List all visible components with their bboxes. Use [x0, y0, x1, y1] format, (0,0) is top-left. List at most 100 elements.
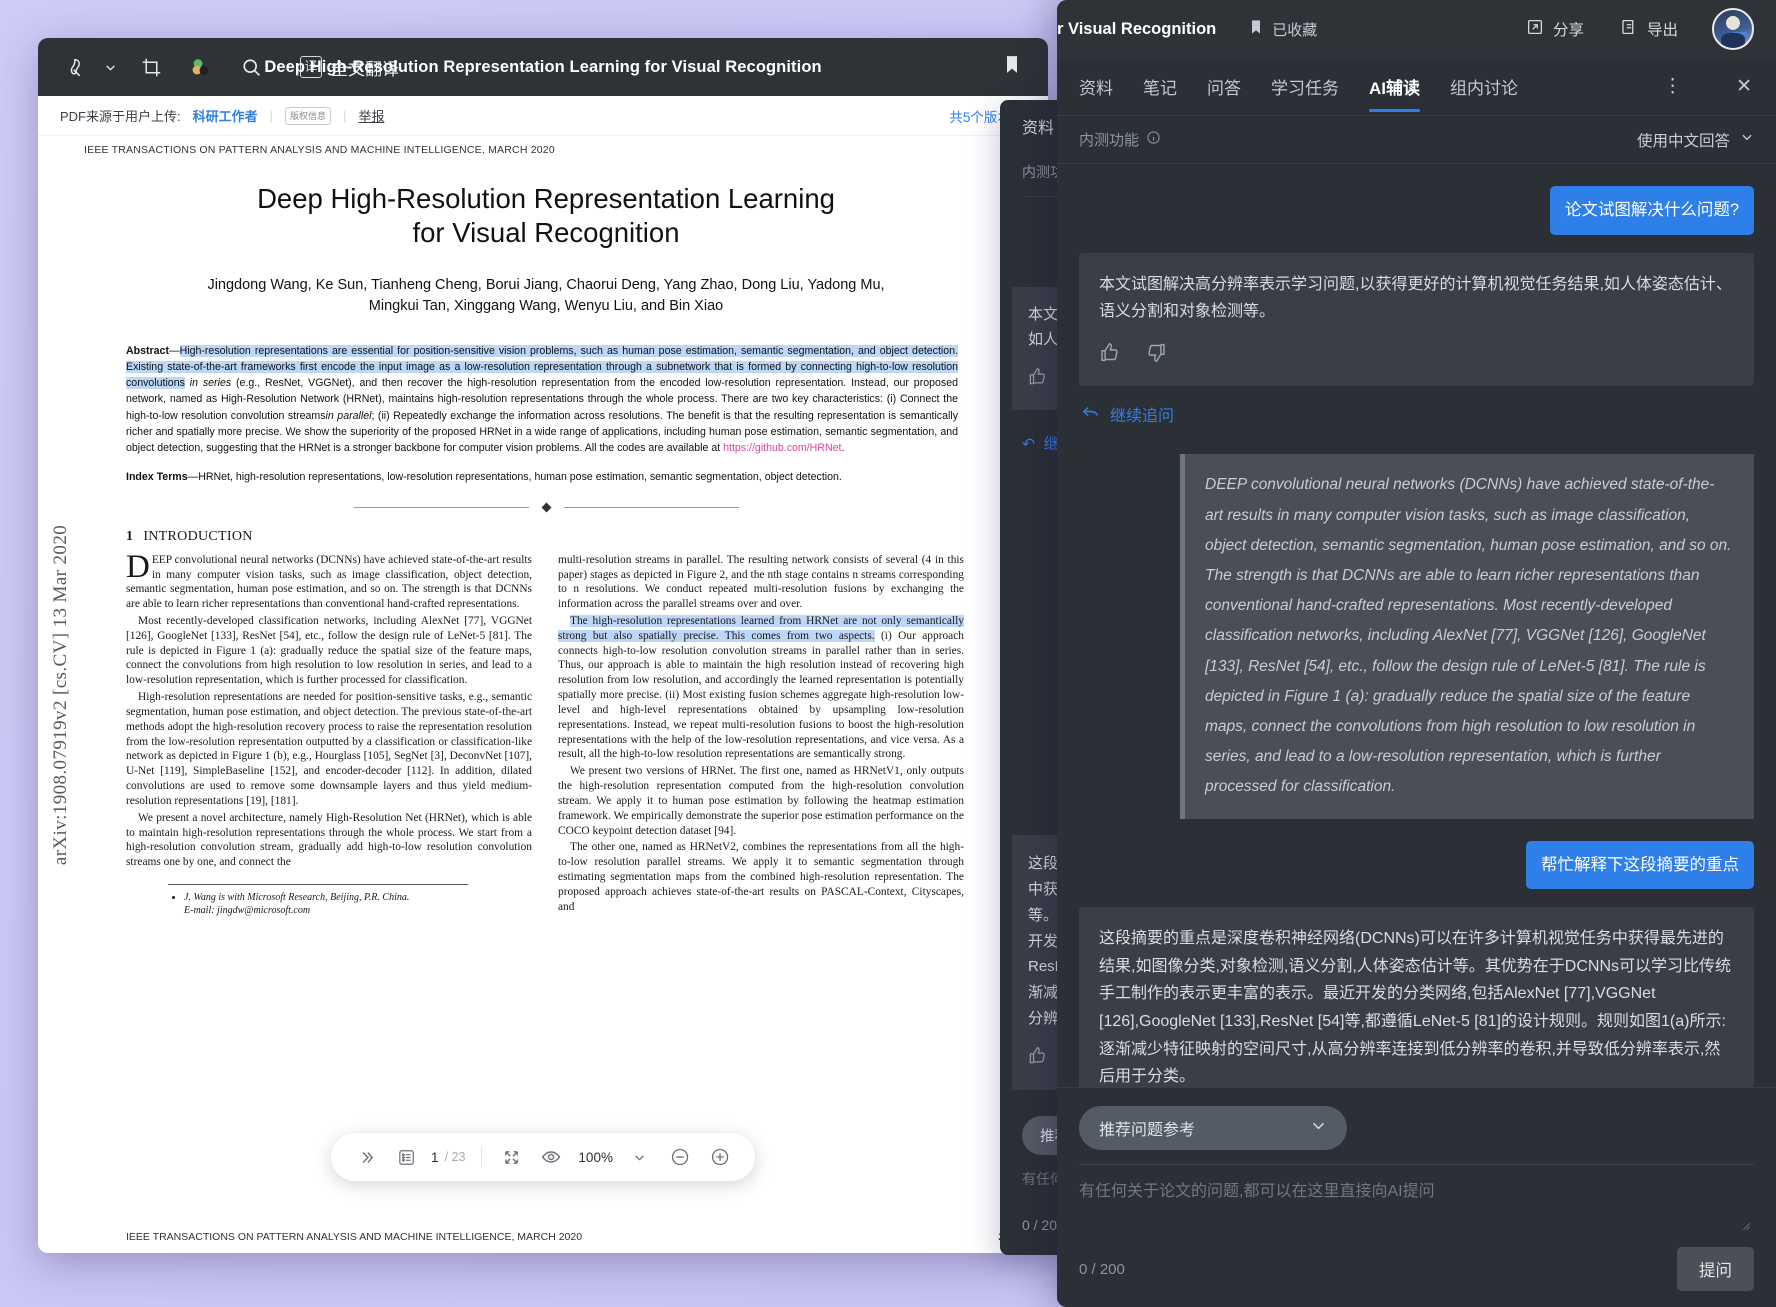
arxiv-stamp: arXiv:1908.07919v2 [cs.CV] 13 Mar 2020: [38, 136, 84, 1253]
avatar-detail: [1731, 32, 1747, 42]
full-text-translate-button[interactable]: 译 全文翻译: [294, 50, 405, 85]
total-page-count: / 23: [445, 1150, 472, 1164]
color-palette-icon[interactable]: [182, 48, 220, 86]
resize-handle-icon[interactable]: [1739, 1219, 1752, 1235]
user-message-bubble: 帮忙解释下这段摘要的重点: [1526, 841, 1754, 890]
char-counter: 0 / 200: [1079, 1261, 1125, 1278]
abstract-label: Abstract: [126, 345, 169, 357]
col2-p2-rest: (i) Our approach connects high-to-low re…: [558, 630, 964, 761]
double-chevron-right-icon[interactable]: [347, 1138, 385, 1176]
tab-biji[interactable]: 笔记: [1143, 61, 1177, 112]
translate-glyph-icon: 译: [300, 56, 322, 78]
footnote-line2: E-mail: jingdw@microsoft.com: [184, 905, 310, 916]
more-vertical-icon[interactable]: ⋮: [1659, 75, 1686, 98]
quoted-passage-row: DEEP convolutional neural networks (DCNN…: [1079, 454, 1754, 818]
chevron-down-icon[interactable]: [100, 48, 120, 86]
chat-row-user-2: 帮忙解释下这段摘要的重点: [1079, 841, 1754, 890]
close-icon[interactable]: ✕: [1732, 75, 1756, 98]
col1-paragraph-3: High-resolution representations are need…: [126, 690, 532, 809]
answer-language-selector[interactable]: 使用中文回答: [1637, 129, 1754, 151]
chat-composer: 推荐问题参考 有任何关于论文的问题,都可以在这里直接向AI提问 0 / 200 …: [1057, 1087, 1776, 1307]
share-button[interactable]: 分享: [1526, 18, 1584, 41]
col1-paragraph-2: Most recently-developed classification n…: [126, 614, 532, 688]
thumb-up-icon[interactable]: [1028, 367, 1047, 395]
fullscreen-icon[interactable]: [492, 1138, 530, 1176]
thumb-up-icon[interactable]: [1099, 342, 1120, 373]
user-avatar[interactable]: [1712, 8, 1754, 50]
col2-paragraph-1: multi-resolution streams in parallel. Th…: [558, 553, 964, 612]
plus-circle-icon[interactable]: [701, 1138, 739, 1176]
background-tab-ziliao[interactable]: 资料: [1022, 114, 1054, 138]
divider: |: [270, 108, 273, 123]
crop-icon[interactable]: [132, 48, 170, 86]
suggested-questions-label: 推荐问题参考: [1099, 1116, 1195, 1140]
ai-panel-header: r Visual Recognition 已收藏 分享 导出: [1057, 0, 1776, 58]
tab-zuneitaolun[interactable]: 组内讨论: [1450, 61, 1518, 112]
export-label: 导出: [1647, 18, 1678, 40]
abstract-link[interactable]: https://github.com/HRNet: [723, 442, 841, 454]
pdf-page-viewport[interactable]: arXiv:1908.07919v2 [cs.CV] 13 Mar 2020 I…: [38, 136, 1048, 1253]
share-label: 分享: [1553, 18, 1584, 40]
reply-arrow-icon: [1081, 402, 1100, 426]
pdf-source-bar: PDF来源于用户上传: 科研工作者 | 版权信息 | 举报 共5个版本 ⌄: [38, 96, 1048, 136]
answer-language-label: 使用中文回答: [1637, 129, 1730, 151]
thumb-up-icon[interactable]: [1028, 1046, 1047, 1074]
info-circle-icon[interactable]: [1146, 130, 1161, 149]
ai-panel-doc-title: r Visual Recognition: [1057, 20, 1216, 39]
eye-icon[interactable]: [532, 1138, 570, 1176]
footnote-block: J. Wang is with Microsoft Research, Beij…: [168, 884, 468, 917]
beta-label: 内测功能: [1079, 129, 1139, 150]
index-terms-text: —HRNet, high-resolution representations,…: [188, 471, 842, 483]
pdf-reader-window: 译 全文翻译 Deep High-Resolution Representati…: [38, 38, 1048, 1253]
user-message-bubble: 论文试图解决什么问题?: [1550, 186, 1754, 235]
full-text-translate-label: 全文翻译: [331, 55, 399, 80]
current-page-number[interactable]: 1: [427, 1150, 443, 1165]
paper-index-terms: Index Terms—HRNet, high-resolution repre…: [126, 470, 958, 486]
page-running-foot: IEEE TRANSACTIONS ON PATTERN ANALYSIS AN…: [126, 1231, 1004, 1243]
paper-body-columns: DEEP convolutional neural networks (DCNN…: [126, 553, 964, 917]
tab-xuexirenwu[interactable]: 学习任务: [1271, 61, 1339, 112]
tab-ai-fudu[interactable]: AI辅读: [1369, 61, 1420, 112]
search-icon[interactable]: [232, 48, 270, 86]
chat-message-list[interactable]: 论文试图解决什么问题? 本文试图解决高分辨率表示学习问题,以获得更好的计算机视觉…: [1057, 164, 1776, 1087]
chat-input[interactable]: 有任何关于论文的问题,都可以在这里直接向AI提问: [1079, 1165, 1754, 1237]
separator-diamond-icon: [541, 502, 551, 512]
section-heading: 1INTRODUCTION: [126, 529, 1008, 545]
quoted-passage: DEEP convolutional neural networks (DCNN…: [1180, 454, 1754, 818]
thumb-down-icon[interactable]: [1146, 342, 1167, 373]
chat-row-assistant-2: 这段摘要的重点是深度卷积神经网络(DCNNs)可以在许多计算机视觉任务中获得最先…: [1079, 907, 1754, 1087]
suggested-questions-dropdown[interactable]: 推荐问题参考: [1079, 1106, 1347, 1150]
beta-feature-row: 内测功能 使用中文回答: [1057, 116, 1776, 164]
footnote-item: J. Wang is with Microsoft Research, Beij…: [184, 891, 468, 917]
separator-line-right: [564, 507, 739, 508]
abstract-italic-1: in series: [190, 377, 231, 389]
ai-assistant-panel: r Visual Recognition 已收藏 分享 导出 资料 笔记 问答 …: [1057, 0, 1776, 1307]
outline-list-icon[interactable]: [387, 1138, 425, 1176]
share-arrow-icon: [1526, 18, 1544, 41]
zoom-level-label[interactable]: 100%: [572, 1150, 619, 1165]
favorited-label: 已收藏: [1272, 19, 1317, 40]
ask-button[interactable]: 提问: [1677, 1247, 1754, 1291]
ai-panel-tabs: 资料 笔记 问答 学习任务 AI辅读 组内讨论 ⋮ ✕: [1057, 58, 1776, 116]
pen-highlighter-icon[interactable]: [58, 48, 96, 86]
pdf-page-toolbar: 1 / 23 100%: [331, 1133, 755, 1181]
col1-paragraph-4: We present a novel architecture, namely …: [126, 811, 532, 870]
pdf-source-label: PDF来源于用户上传:: [60, 106, 181, 125]
pdf-uploader-link[interactable]: 科研工作者: [193, 106, 258, 125]
copyright-badge[interactable]: 版权信息: [285, 107, 331, 125]
bookmark-icon[interactable]: [1002, 55, 1022, 80]
chevron-down-icon[interactable]: [621, 1138, 659, 1176]
col2-paragraph-4: The other one, named as HRNetV2, combine…: [558, 840, 964, 914]
export-icon: [1620, 18, 1638, 41]
paper-title-line2: for Visual Recognition: [112, 216, 980, 250]
followup-button[interactable]: 继续追问: [1081, 402, 1754, 426]
report-link[interactable]: 举报: [358, 106, 384, 125]
minus-circle-icon[interactable]: [661, 1138, 699, 1176]
tab-ziliao[interactable]: 资料: [1079, 61, 1113, 112]
favorite-button[interactable]: 已收藏: [1248, 19, 1317, 40]
export-button[interactable]: 导出: [1620, 18, 1678, 41]
col2-paragraph-2: The high-resolution representations lear…: [558, 614, 964, 762]
separator-line-left: [354, 507, 529, 508]
tab-wenda[interactable]: 问答: [1207, 61, 1241, 112]
abstract-italic-2: in parallel: [326, 410, 372, 422]
